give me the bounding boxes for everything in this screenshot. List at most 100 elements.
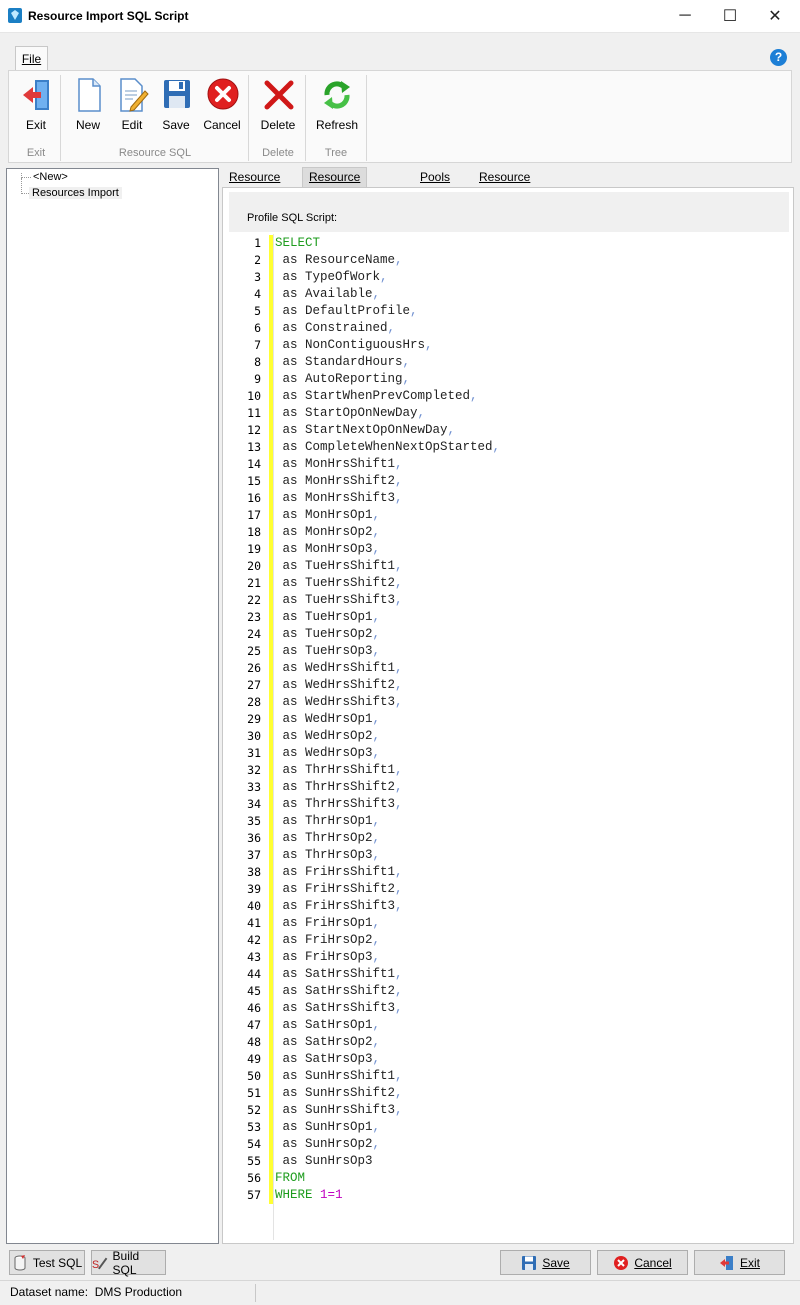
test-sql-button[interactable]: Test SQL <box>9 1250 85 1275</box>
sql-code-line[interactable]: as SunHrsOp2, <box>275 1136 381 1153</box>
sql-code-line[interactable]: as TueHrsShift1, <box>275 558 403 575</box>
sql-code-line[interactable]: as WedHrsShift1, <box>275 660 403 677</box>
bottom-exit-button[interactable]: Exit <box>694 1250 785 1275</box>
sql-code-line[interactable]: as TueHrsOp3, <box>275 643 381 660</box>
sql-code-line[interactable]: as FriHrsShift1, <box>275 864 403 881</box>
sql-editor[interactable]: 1 SELECT 2 as ResourceName, 3 as TypeOfWork… <box>229 234 789 1240</box>
line-number: 30 <box>247 729 261 743</box>
sql-code-line[interactable]: as WedHrsShift3, <box>275 694 403 711</box>
sql-code-line[interactable]: as SatHrsOp3, <box>275 1051 381 1068</box>
line-number: 46 <box>247 1001 261 1015</box>
sql-code-line[interactable]: as ThrHrsOp1, <box>275 813 381 830</box>
sql-code-line[interactable]: as MonHrsShift2, <box>275 473 403 490</box>
build-sql-icon: S <box>92 1257 108 1270</box>
sql-code-line[interactable]: as WedHrsOp2, <box>275 728 381 745</box>
help-icon[interactable]: ? <box>770 49 787 66</box>
sql-code-line[interactable]: WHERE 1=1 <box>275 1187 343 1204</box>
sql-code-line[interactable]: as ThrHrsShift3, <box>275 796 403 813</box>
sql-code-line[interactable]: as SunHrsOp3 <box>275 1153 373 1170</box>
refresh-button[interactable]: Refresh <box>311 77 363 139</box>
edit-button[interactable]: Edit <box>109 77 155 139</box>
maximize-button[interactable]: ☐ <box>707 0 753 32</box>
sql-code-line[interactable]: as FriHrsShift2, <box>275 881 403 898</box>
sql-code-line[interactable]: as FriHrsShift3, <box>275 898 403 915</box>
sql-code-line[interactable]: as SunHrsShift1, <box>275 1068 403 1085</box>
tab-pools-sql[interactable]: Pools SQL <box>414 168 456 203</box>
tab-resource-pools-sql[interactable]: Resource Pools SQL <box>473 168 536 222</box>
sql-code-line[interactable]: SELECT <box>275 235 320 252</box>
sql-code-line[interactable]: as WedHrsShift2, <box>275 677 403 694</box>
sql-code-line[interactable]: as ThrHrsShift1, <box>275 762 403 779</box>
sql-code-line[interactable]: as DefaultProfile, <box>275 303 418 320</box>
line-number: 34 <box>247 797 261 811</box>
line-number: 4 <box>254 287 261 301</box>
sql-code-line[interactable]: as WedHrsOp1, <box>275 711 381 728</box>
sql-code-line[interactable]: as MonHrsOp1, <box>275 507 381 524</box>
sql-code-line[interactable]: FROM <box>275 1170 305 1187</box>
sql-code-line[interactable]: as MonHrsOp3, <box>275 541 381 558</box>
cancel-button-label: Cancel <box>203 118 241 132</box>
sql-code-line[interactable]: as TueHrsOp1, <box>275 609 381 626</box>
sql-code-line[interactable]: as ThrHrsShift2, <box>275 779 403 796</box>
sql-code-line[interactable]: as CompleteWhenNextOpStarted, <box>275 439 501 456</box>
sql-code-line[interactable]: as SatHrsOp1, <box>275 1017 381 1034</box>
sql-code-line[interactable]: as Available, <box>275 286 381 303</box>
sql-code-line[interactable]: as StartOpOnNewDay, <box>275 405 426 422</box>
tab-resource-profile-sql[interactable]: Resource Profile SQL <box>302 167 368 222</box>
sql-code-line[interactable]: as MonHrsOp2, <box>275 524 381 541</box>
sql-code-line[interactable]: as ThrHrsOp2, <box>275 830 381 847</box>
delete-button[interactable]: Delete <box>255 77 301 139</box>
build-sql-button[interactable]: S Build SQL <box>91 1249 166 1277</box>
sql-code-line[interactable]: as MonHrsShift3, <box>275 490 403 507</box>
exit-door-icon <box>23 80 49 110</box>
tree-item-resources-import[interactable]: Resources Import <box>29 187 122 199</box>
sql-code-line[interactable]: as FriHrsOp1, <box>275 915 381 932</box>
sql-code-line[interactable]: as Constrained, <box>275 320 396 337</box>
tab-resource-sql[interactable]: Resource SQL <box>223 168 286 203</box>
sql-code-line[interactable]: as SunHrsShift3, <box>275 1102 403 1119</box>
sql-code-line[interactable]: as StartWhenPrevCompleted, <box>275 388 478 405</box>
sql-code-line[interactable]: as ThrHrsOp3, <box>275 847 381 864</box>
dataset-name-status: Dataset name: DMS Production <box>10 1285 183 1299</box>
line-number: 20 <box>247 559 261 573</box>
sql-code-line[interactable]: as FriHrsOp2, <box>275 932 381 949</box>
exit-button[interactable]: Exit <box>13 77 59 139</box>
sql-code-line[interactable]: as StandardHours, <box>275 354 411 371</box>
sql-code-line[interactable]: as TypeOfWork, <box>275 269 388 286</box>
line-number: 13 <box>247 440 261 454</box>
line-number: 32 <box>247 763 261 777</box>
ribbon-separator <box>248 75 249 161</box>
sql-code-line[interactable]: as TueHrsShift2, <box>275 575 403 592</box>
file-tab[interactable]: File <box>15 46 48 71</box>
sql-code-line[interactable]: as SatHrsOp2, <box>275 1034 381 1051</box>
sql-code-line[interactable]: as StartNextOpOnNewDay, <box>275 422 456 439</box>
sql-code-line[interactable]: as ResourceName, <box>275 252 403 269</box>
save-button[interactable]: Save <box>153 77 199 139</box>
bottom-cancel-button[interactable]: Cancel <box>597 1250 688 1275</box>
sql-code-line[interactable]: as SatHrsShift1, <box>275 966 403 983</box>
close-button[interactable]: ✕ <box>752 0 798 32</box>
sql-code-line[interactable]: as SunHrsOp1, <box>275 1119 381 1136</box>
tree-item-new[interactable]: <New> <box>33 171 68 183</box>
sql-code-line[interactable]: as WedHrsOp3, <box>275 745 381 762</box>
sql-code-line[interactable]: as FriHrsOp3, <box>275 949 381 966</box>
sql-code-line[interactable]: as MonHrsShift1, <box>275 456 403 473</box>
sql-code-line[interactable]: as AutoReporting, <box>275 371 411 388</box>
sql-code-line[interactable]: as NonContiguousHrs, <box>275 337 433 354</box>
minimize-button[interactable]: ─ <box>662 0 708 32</box>
exit-door-icon <box>719 1255 733 1270</box>
cancel-button[interactable]: Cancel <box>199 77 245 139</box>
new-button[interactable]: New <box>65 77 111 139</box>
resource-tree[interactable]: <New> Resources Import <box>6 168 219 1244</box>
sql-code-line[interactable]: as SatHrsShift3, <box>275 1000 403 1017</box>
sql-code-line[interactable]: as SatHrsShift2, <box>275 983 403 1000</box>
line-number: 24 <box>247 627 261 641</box>
line-number: 38 <box>247 865 261 879</box>
cancel-circle-icon <box>614 1255 629 1270</box>
sql-code-line[interactable]: as SunHrsShift2, <box>275 1085 403 1102</box>
sql-code-line[interactable]: as TueHrsShift3, <box>275 592 403 609</box>
edit-button-label: Edit <box>121 118 143 132</box>
line-number: 40 <box>247 899 261 913</box>
bottom-save-button[interactable]: Save <box>500 1250 591 1275</box>
sql-code-line[interactable]: as TueHrsOp2, <box>275 626 381 643</box>
